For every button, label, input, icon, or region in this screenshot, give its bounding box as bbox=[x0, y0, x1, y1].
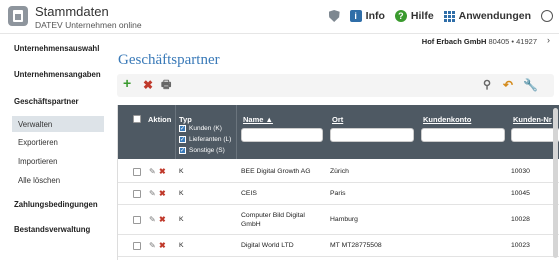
row-typ: K bbox=[179, 216, 184, 223]
toolbar: + ✖ 🖶 ⚲ ↶ 🔧 bbox=[117, 74, 554, 97]
name-filter-input[interactable] bbox=[241, 128, 323, 142]
checkbox-checked-icon: ✓ bbox=[179, 147, 186, 154]
row-kunden-nr: 10023 bbox=[511, 242, 530, 249]
col-kundenkonto[interactable]: Kundenkonto bbox=[423, 115, 471, 124]
checkbox-checked-icon: ✓ bbox=[179, 136, 186, 143]
row-typ: K bbox=[179, 190, 184, 197]
help-icon: ? bbox=[394, 10, 407, 22]
sidebar-item-alle-loeschen[interactable]: Alle löschen bbox=[18, 176, 60, 185]
settings-icon[interactable]: 🔧 bbox=[523, 79, 538, 91]
top-bar: Stammdaten DATEV Unternehmen online i In… bbox=[0, 0, 559, 34]
select-all-checkbox[interactable] bbox=[133, 115, 141, 123]
page-title: Geschäftspartner bbox=[118, 52, 220, 68]
apps-label: Anwendungen bbox=[458, 10, 531, 22]
sidebar-item-verwalten[interactable]: Verwalten bbox=[18, 120, 52, 129]
typ-filter-label: Lieferanten (L) bbox=[189, 136, 232, 143]
app-title: Stammdaten bbox=[35, 4, 109, 19]
help-link[interactable]: ? Hilfe bbox=[394, 10, 434, 22]
col-typ: Typ bbox=[179, 115, 192, 124]
delete-row-icon[interactable]: ✖ bbox=[159, 241, 166, 250]
apps-link[interactable]: Anwendungen bbox=[443, 10, 531, 22]
delete-row-icon[interactable]: ✖ bbox=[159, 167, 166, 176]
typ-filter-lieferanten[interactable]: ✓ Lieferanten (L) bbox=[179, 136, 231, 143]
row-typ: K bbox=[179, 168, 184, 175]
delete-row-icon[interactable]: ✖ bbox=[159, 215, 166, 224]
row-ort: MT MT28775508 bbox=[330, 242, 382, 249]
table-row[interactable]: ✎ ✖ K CEIS Paris 10045 bbox=[118, 183, 559, 205]
add-icon[interactable]: + bbox=[123, 76, 131, 90]
col-aktion: Aktion bbox=[148, 115, 172, 124]
sidebar-item-geschaeftspartner[interactable]: Geschäftspartner bbox=[14, 97, 79, 106]
row-checkbox[interactable] bbox=[133, 216, 141, 224]
row-checkbox[interactable] bbox=[133, 242, 141, 250]
info-label: Info bbox=[365, 10, 385, 22]
sidebar-item-zahlungsbedingungen[interactable]: Zahlungsbedingungen bbox=[14, 200, 98, 209]
edit-icon[interactable]: ✎ bbox=[149, 241, 156, 250]
table-row[interactable]: ✎ ✖ K Digital World LTD MT MT28775508 10… bbox=[118, 235, 559, 257]
row-kunden-nr: 10045 bbox=[511, 190, 530, 197]
info-link[interactable]: i Info bbox=[349, 10, 385, 22]
sidebar-item-bestandsverwaltung[interactable]: Bestandsverwaltung bbox=[14, 225, 90, 234]
typ-filter-sonstige[interactable]: ✓ Sonstige (S) bbox=[179, 147, 225, 154]
edit-icon[interactable]: ✎ bbox=[149, 215, 156, 224]
sidebar-item-exportieren[interactable]: Exportieren bbox=[18, 138, 58, 147]
row-kunden-nr: 10030 bbox=[511, 168, 530, 175]
col-kunden-nr[interactable]: Kunden-Nr bbox=[513, 115, 552, 124]
partner-table: Aktion Typ ✓ Kunden (K) ✓ Lieferanten (L… bbox=[117, 105, 559, 260]
app-subtitle: DATEV Unternehmen online bbox=[35, 20, 142, 30]
undo-icon[interactable]: ↶ bbox=[503, 79, 513, 91]
row-name: CEIS bbox=[241, 190, 257, 197]
sidebar: Unternehmensauswahl Unternehmensangaben … bbox=[0, 34, 107, 260]
col-separator bbox=[175, 105, 176, 159]
search-icon[interactable]: ⚲ bbox=[483, 79, 491, 91]
user-icon[interactable] bbox=[541, 10, 553, 22]
edit-icon[interactable]: ✎ bbox=[149, 189, 156, 198]
delete-icon[interactable]: ✖ bbox=[143, 79, 153, 91]
sidebar-item-importieren[interactable]: Importieren bbox=[18, 157, 57, 166]
row-kunden-nr: 10028 bbox=[511, 216, 530, 223]
row-typ: K bbox=[179, 242, 184, 249]
ort-filter-input[interactable] bbox=[330, 128, 414, 142]
edit-icon[interactable]: ✎ bbox=[149, 167, 156, 176]
row-name: BEE Digital Growth AG bbox=[241, 168, 311, 175]
company-name: Hof Erbach GmbH bbox=[421, 37, 487, 46]
help-label: Hilfe bbox=[410, 10, 434, 22]
table-row[interactable]: ✎ ✖ K Computer Bild Digital GmbH Hamburg… bbox=[118, 205, 559, 235]
col-separator bbox=[236, 105, 237, 159]
print-icon[interactable]: 🖶 bbox=[161, 79, 171, 91]
typ-filter-kunden[interactable]: ✓ Kunden (K) bbox=[179, 125, 222, 132]
delete-row-icon[interactable]: ✖ bbox=[159, 189, 166, 198]
row-name: Digital World LTD bbox=[241, 242, 294, 249]
row-name: Computer Bild Digital GmbH bbox=[241, 212, 305, 228]
top-nav: i Info ? Hilfe Anwendungen bbox=[328, 10, 553, 22]
kundenkonto-filter-input[interactable] bbox=[421, 128, 505, 142]
sidebar-item-unternehmensangaben[interactable]: Unternehmensangaben bbox=[14, 70, 101, 79]
company-numbers: 80405 • 41927 bbox=[488, 37, 537, 46]
table-header: Aktion Typ ✓ Kunden (K) ✓ Lieferanten (L… bbox=[118, 105, 559, 159]
table-row[interactable]: ✎ ✖ K BEE Digital Growth AG Zürich 10030 bbox=[118, 161, 559, 183]
shield-icon[interactable] bbox=[328, 10, 340, 22]
row-checkbox[interactable] bbox=[133, 190, 141, 198]
typ-filter-label: Kunden (K) bbox=[189, 125, 222, 132]
company-selector[interactable]: Hof Erbach GmbH 80405 • 41927 bbox=[422, 37, 537, 46]
grid-icon bbox=[443, 10, 455, 22]
row-ort: Hamburg bbox=[330, 216, 358, 223]
col-name[interactable]: Name ▲ bbox=[243, 115, 273, 124]
row-ort: Zürich bbox=[330, 168, 349, 175]
col-ort[interactable]: Ort bbox=[332, 115, 343, 124]
kunden-nr-filter-input[interactable] bbox=[511, 128, 559, 142]
app-logo-icon bbox=[8, 6, 28, 26]
typ-filter-label: Sonstige (S) bbox=[189, 147, 225, 154]
vertical-scrollbar[interactable] bbox=[553, 108, 558, 258]
row-checkbox[interactable] bbox=[133, 168, 141, 176]
info-icon: i bbox=[349, 10, 362, 22]
checkbox-checked-icon: ✓ bbox=[179, 125, 186, 132]
sidebar-item-unternehmensauswahl[interactable]: Unternehmensauswahl bbox=[14, 44, 99, 53]
chevron-right-icon[interactable]: › bbox=[547, 35, 550, 45]
row-ort: Paris bbox=[330, 190, 346, 197]
